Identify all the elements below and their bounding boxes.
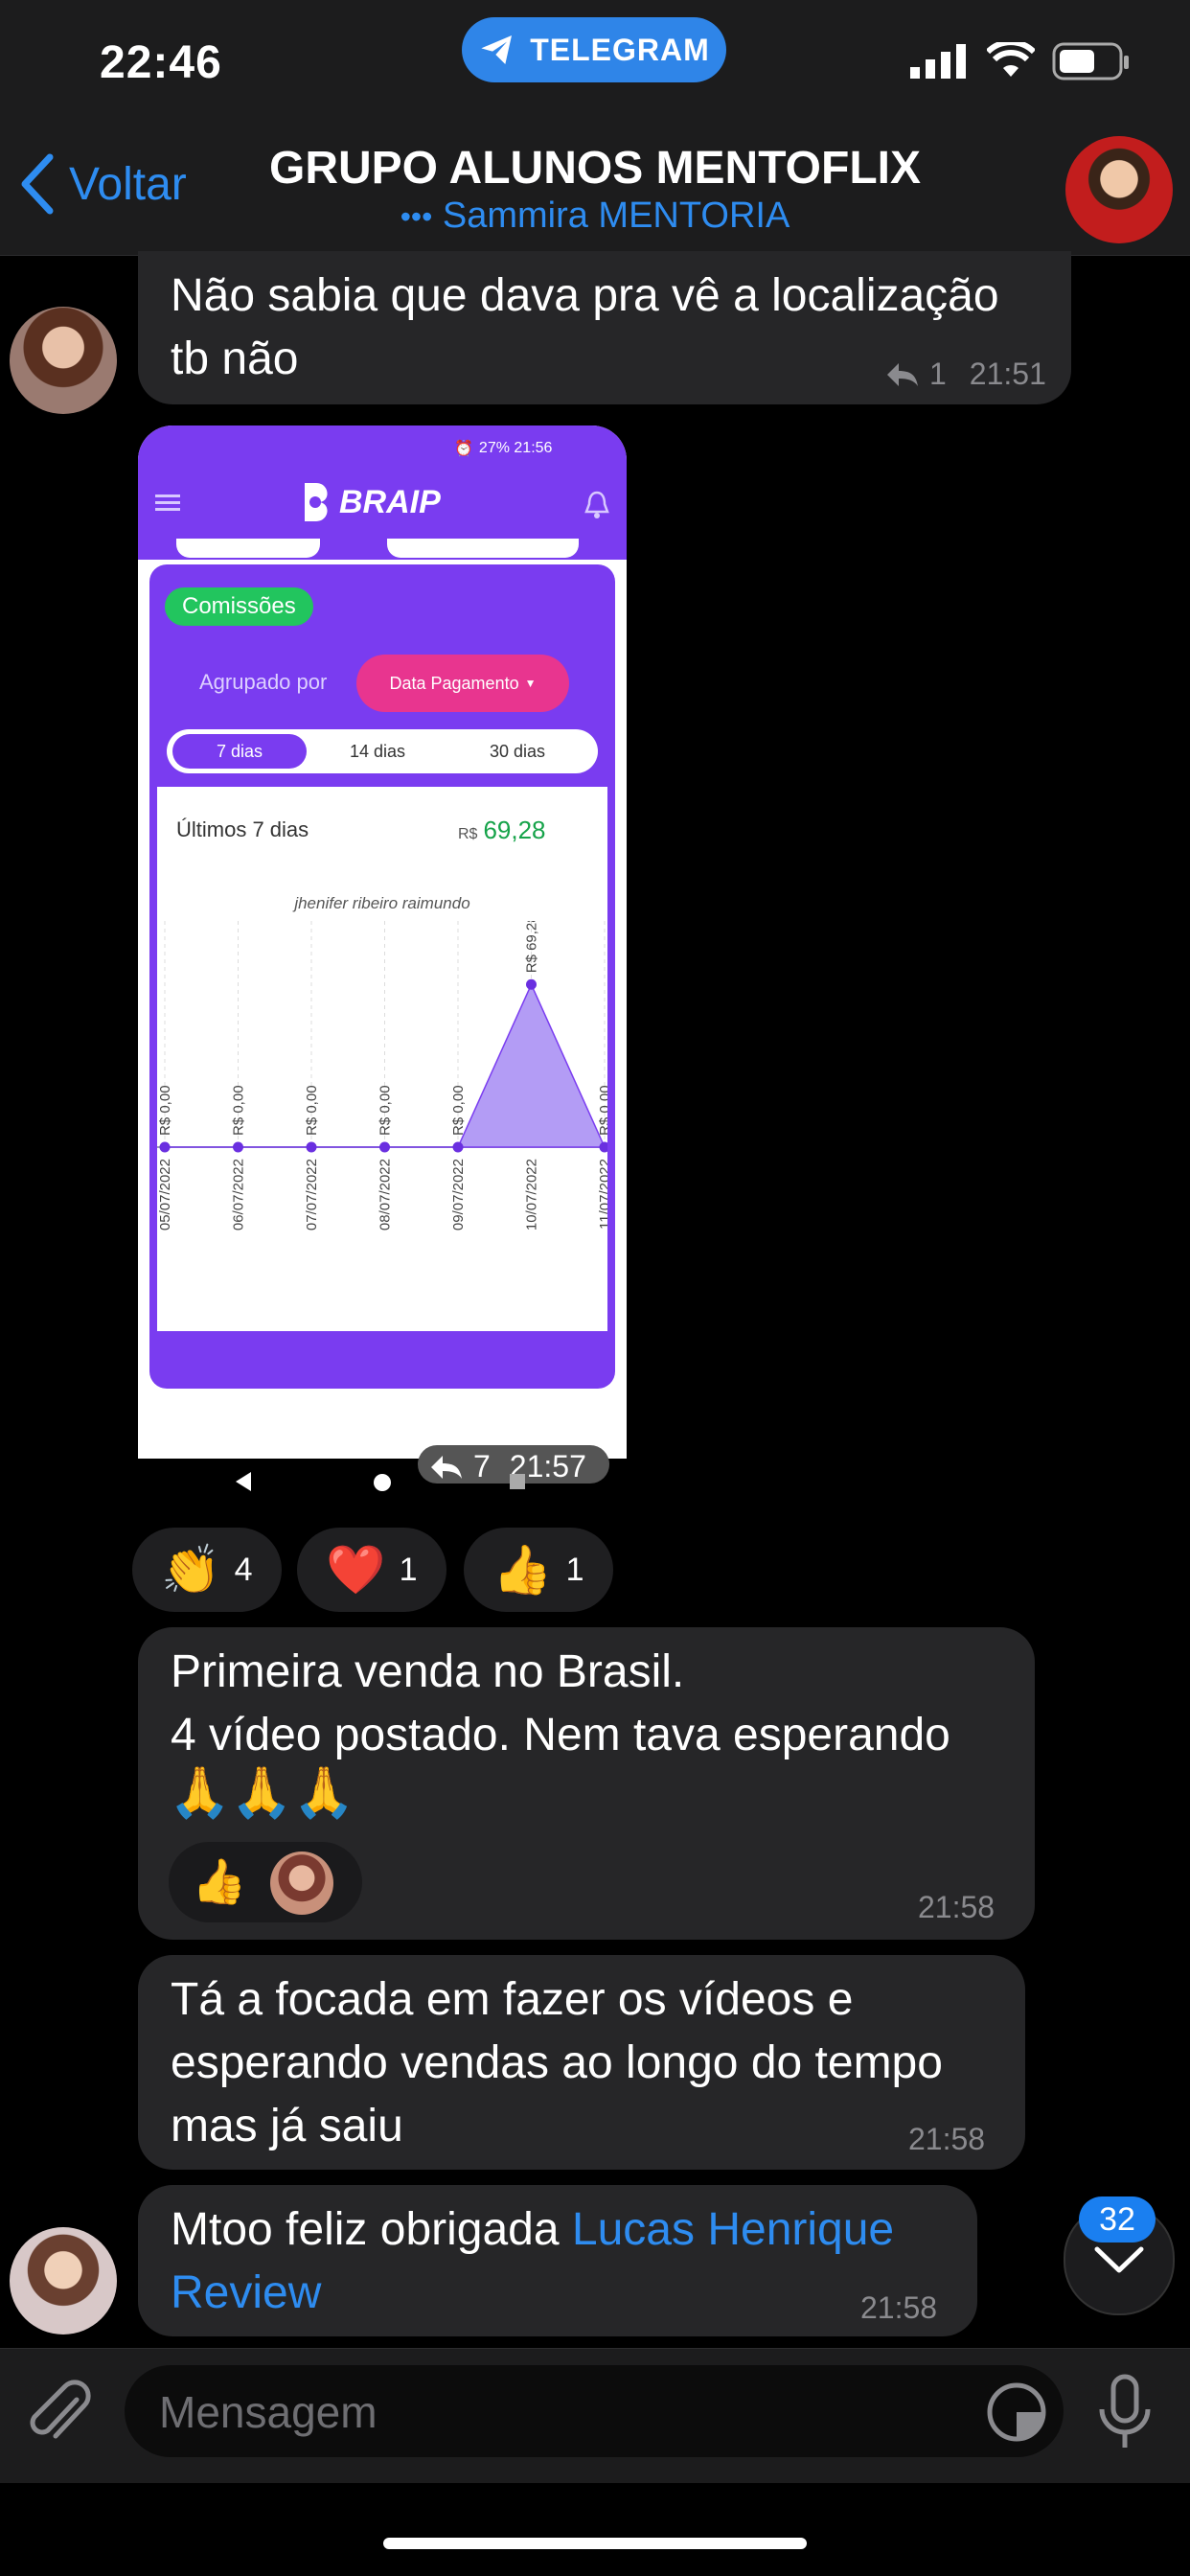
- message-reaction[interactable]: 👍: [169, 1842, 362, 1922]
- sender-avatar[interactable]: [10, 2227, 117, 2334]
- thumbs-up-emoji-icon: 👍: [192, 1856, 247, 1906]
- chat-title[interactable]: GRUPO ALUNOS MENTOFLIX: [0, 142, 1190, 195]
- message-time: 21:58: [918, 1890, 995, 1924]
- chevron-down-icon: [1094, 2246, 1144, 2273]
- chart-panel: Últimos 7 dias R$ 69,28 jhenifer ribeiro…: [157, 787, 607, 1331]
- image-meta: 7 21:57: [429, 1449, 586, 1484]
- wifi-icon: [985, 39, 1037, 85]
- chart-data-label: R$ 0,00: [378, 1085, 394, 1136]
- battery-icon: [1052, 42, 1131, 87]
- caret-down-icon: ▼: [524, 677, 537, 690]
- reaction-thumbs-up[interactable]: 👍 1: [464, 1528, 613, 1612]
- reaction-count: 4: [234, 1551, 253, 1588]
- message-text: Primeira venda no Brasil. 4 vídeo postad…: [171, 1646, 950, 1760]
- typing-indicator: •••: [400, 199, 433, 234]
- chart-x-tick-label: 09/07/2022: [450, 1159, 467, 1230]
- chart-data-label: R$ 0,00: [450, 1085, 467, 1136]
- telegram-app-pill[interactable]: TELEGRAM: [462, 17, 726, 82]
- chat-subtitle: ••• Sammira MENTORIA: [0, 196, 1190, 237]
- sender-avatar[interactable]: [10, 307, 117, 414]
- paperclip-icon[interactable]: [27, 2379, 94, 2456]
- reaction-heart[interactable]: ❤️ 1: [297, 1528, 446, 1612]
- chart-data-label: R$ 0,00: [231, 1085, 247, 1136]
- clap-emoji-icon: 👏: [161, 1542, 221, 1597]
- status-time: 22:46: [100, 37, 222, 88]
- chart-point: [452, 1141, 464, 1153]
- commission-chart: R$ 0,00 05/07/2022 R$ 0,00 06/07/2022 R$ 0,0…: [157, 921, 607, 1230]
- message-meta: 1 21:51: [885, 356, 1046, 392]
- chart-x-tick-label: 08/07/2022: [378, 1159, 394, 1230]
- reactor-avatar: [270, 1852, 333, 1915]
- total-value: 69,28: [483, 816, 546, 844]
- group-select[interactable]: Data Pagamento ▼: [356, 655, 569, 712]
- reply-count: 7: [473, 1449, 491, 1484]
- tab-30-days[interactable]: 30 dias: [450, 734, 584, 769]
- chart-data-label: R$ 0,00: [304, 1085, 320, 1136]
- chart-x-tick-label: 07/07/2022: [304, 1159, 320, 1230]
- currency-label: R$: [458, 826, 478, 842]
- thumbs-up-emoji-icon: 👍: [492, 1542, 553, 1597]
- chart-x-tick-label: 06/07/2022: [231, 1159, 247, 1230]
- reply-arrow-icon: [887, 362, 918, 386]
- android-recents-icon: [510, 1474, 525, 1489]
- tab-7-days[interactable]: 7 dias: [172, 734, 307, 769]
- message-input-placeholder: Mensagem: [159, 2387, 378, 2437]
- bell-icon: [584, 491, 609, 524]
- home-indicator: [383, 2538, 807, 2549]
- message-time: 21:51: [969, 356, 1046, 391]
- grouped-by-label: Agrupado por: [199, 670, 328, 694]
- period-total: R$ 69,28: [458, 816, 546, 845]
- tab-14-days[interactable]: 14 dias: [310, 734, 445, 769]
- chart-point: [526, 978, 537, 990]
- telegram-label: TELEGRAM: [530, 32, 710, 67]
- braip-logo-icon: [305, 483, 328, 521]
- reaction-clap[interactable]: 👏 4: [132, 1528, 282, 1612]
- microphone-icon[interactable]: [1096, 2373, 1154, 2456]
- android-status: ⏰ 27% 21:56: [454, 439, 552, 458]
- chart-point: [306, 1141, 317, 1153]
- message-text: Tá a focada em fazer os vídeos e esperan…: [171, 1974, 943, 2151]
- chart-title: jhenifer ribeiro raimundo: [294, 894, 470, 912]
- message-time: 21:58: [908, 2122, 986, 2156]
- chart-data-label: R$ 69,28: [524, 921, 540, 973]
- period-label: Últimos 7 dias: [176, 817, 309, 841]
- alarm-icon: ⏰: [454, 441, 473, 457]
- period-tabs: 7 dias 14 dias 30 dias: [167, 729, 598, 773]
- braip-logo: BRAIP: [301, 481, 441, 523]
- commission-card: Comissões Agrupado por Data Pagamento ▼ …: [149, 564, 615, 1389]
- reply-arrow-icon: [431, 1455, 462, 1479]
- message-time: 21:58: [860, 2290, 938, 2325]
- nav-card-edge: [387, 539, 579, 558]
- chart-point: [379, 1141, 390, 1153]
- chart-point: [233, 1141, 243, 1153]
- group-avatar[interactable]: [1065, 136, 1173, 243]
- unread-badge: 32: [1079, 2196, 1156, 2242]
- reaction-count: 1: [399, 1551, 418, 1588]
- chart-x-tick-label: 05/07/2022: [157, 1159, 173, 1230]
- menu-icon: [155, 493, 180, 517]
- chart-data-label: R$ 0,00: [157, 1085, 173, 1136]
- pray-emoji-icon: 🙏🙏🙏: [169, 1765, 355, 1821]
- nav-card-edge: [176, 539, 320, 558]
- commission-badge: Comissões: [165, 587, 313, 626]
- chart-x-tick-label: 10/07/2022: [524, 1159, 540, 1230]
- android-home-icon: [374, 1474, 391, 1491]
- telegram-plane-icon: [481, 35, 513, 64]
- cellular-signal-icon: [910, 42, 972, 85]
- heart-emoji-icon: ❤️: [326, 1542, 386, 1597]
- chart-data-label: R$ 0,00: [597, 1085, 607, 1136]
- message-text-prefix: Mtoo feliz obrigada: [171, 2204, 572, 2255]
- chart-x-tick-label: 11/07/2022: [597, 1159, 607, 1230]
- photo-message[interactable]: ⏰ 27% 21:56 BRAIP Comissões Agrupado por…: [138, 426, 627, 1459]
- braip-brand: BRAIP: [339, 483, 441, 520]
- chart-point: [159, 1141, 171, 1153]
- reply-count: 1: [929, 356, 947, 391]
- reaction-count: 1: [565, 1551, 584, 1588]
- group-select-value: Data Pagamento: [389, 673, 519, 693]
- android-back-icon: [236, 1472, 251, 1491]
- message-text: Mtoo feliz obrigada Lucas Henrique Revie…: [171, 2198, 975, 2325]
- sticker-icon[interactable]: [985, 2380, 1048, 2449]
- android-battery-text: 27% 21:56: [478, 440, 553, 456]
- typing-user: Sammira MENTORIA: [442, 196, 790, 236]
